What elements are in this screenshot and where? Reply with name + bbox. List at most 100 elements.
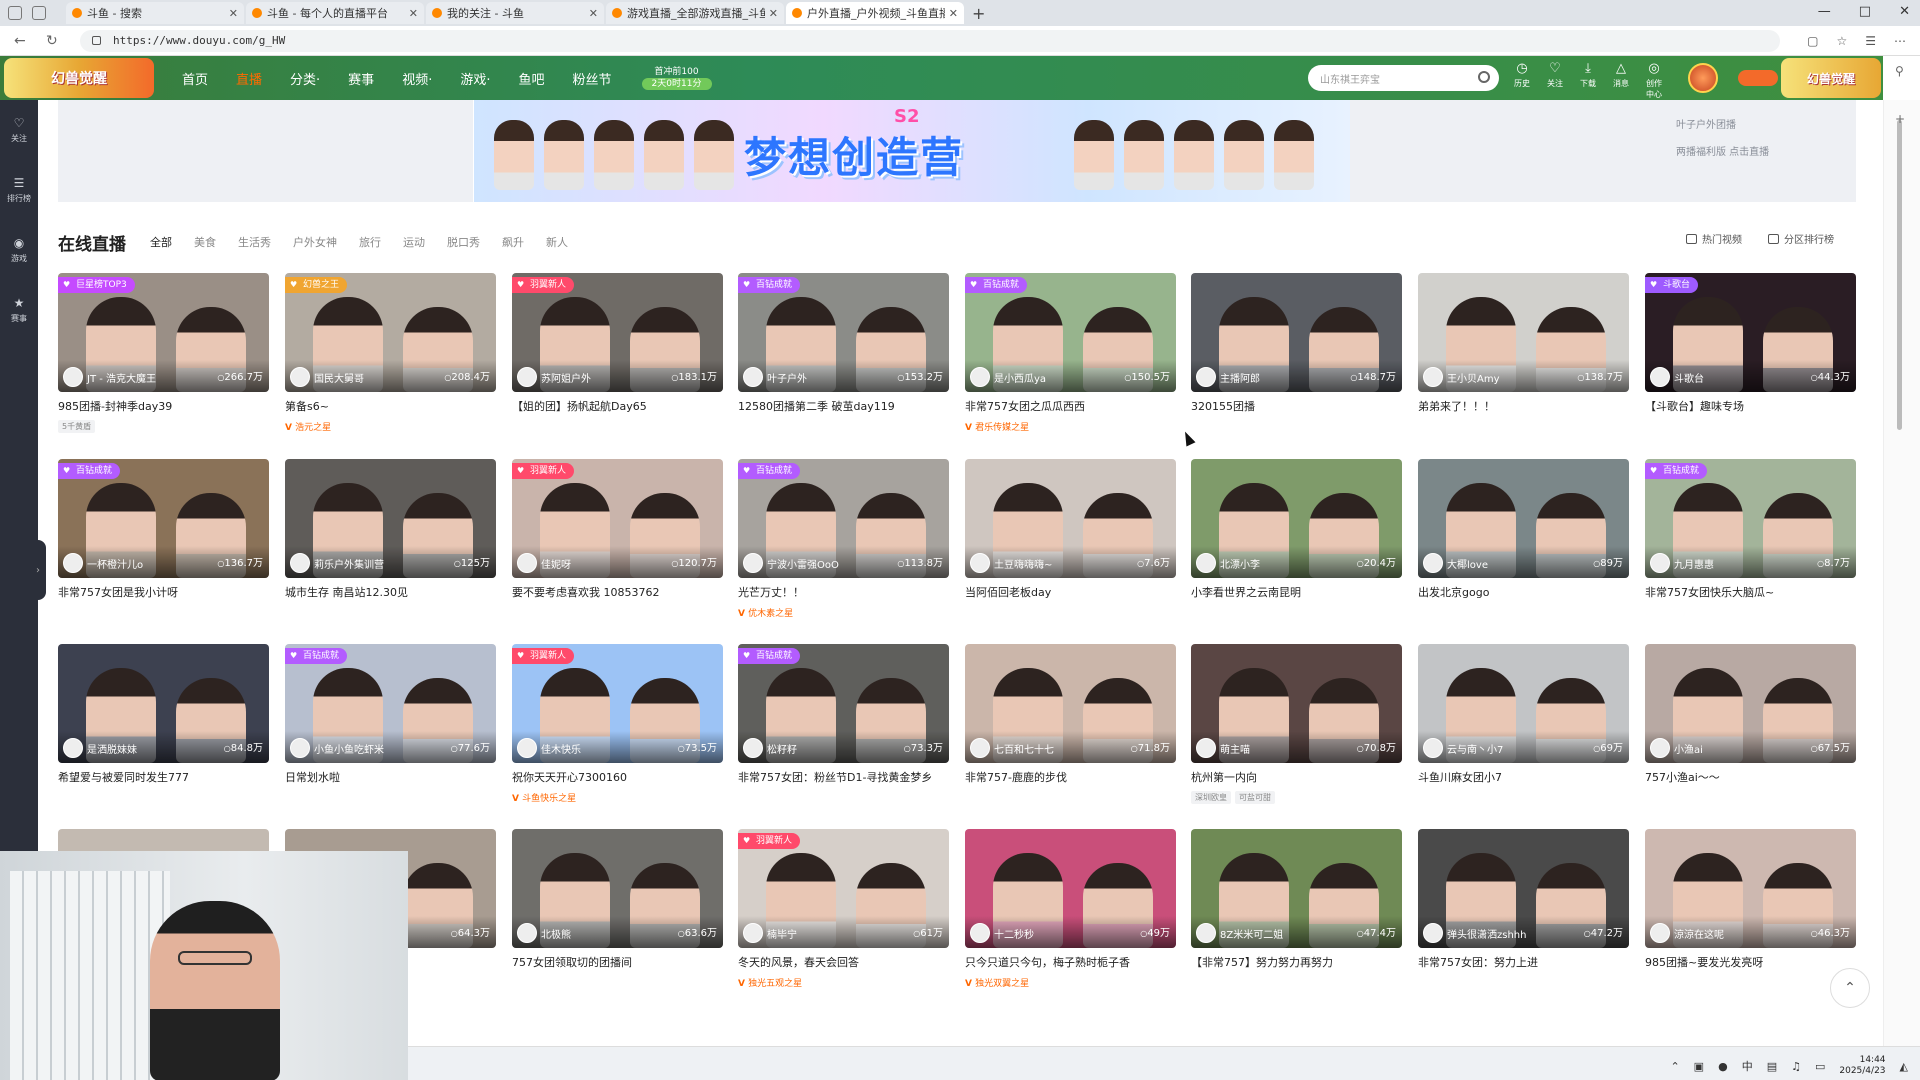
card-title[interactable]: 日常划水啦	[285, 769, 496, 785]
card-anchor[interactable]: 王小贝Amy	[1423, 367, 1500, 387]
site-logo[interactable]: 幻兽觉醒	[4, 58, 154, 98]
reload-icon[interactable]: ↻	[46, 33, 64, 49]
card-anchor[interactable]: 主播阿郎	[1196, 367, 1260, 387]
card-title[interactable]: 冬天的风景，春天会回答	[738, 954, 949, 970]
header-download-button[interactable]: ⤓ 下载	[1578, 60, 1598, 100]
card-title[interactable]: 第备s6~	[285, 398, 496, 414]
card-anchor[interactable]: 大椰love	[1423, 553, 1488, 573]
card-thumbnail[interactable]: 百钻成就是小西瓜ya 150.5万	[965, 273, 1176, 392]
card-title[interactable]: 非常757女团：努力上进	[1418, 954, 1629, 970]
filter-tab[interactable]: 旅行	[359, 234, 381, 250]
card-thumbnail[interactable]: 百钻成就松籽籽 73.3万	[738, 644, 949, 763]
card-thumbnail[interactable]: 百钻成就宁波小雷强OoO 113.8万	[738, 459, 949, 578]
live-room-card[interactable]: 羽翼新人苏阿姐户外 183.1万【姐的团】扬帆起航Day65	[512, 273, 723, 414]
new-tab-button[interactable]: +	[972, 4, 985, 23]
card-title[interactable]: 弟弟来了！！！	[1418, 398, 1629, 414]
filter-tab[interactable]: 运动	[403, 234, 425, 250]
card-title[interactable]: 非常757女团：粉丝节D1-寻找黄金梦乡	[738, 769, 949, 785]
card-title[interactable]: 【姐的团】扬帆起航Day65	[512, 398, 723, 414]
header-creator-button[interactable]: ◎ 创作中心	[1644, 60, 1664, 100]
sidebar-add-icon[interactable]: +	[1895, 112, 1905, 126]
card-title[interactable]: 非常757女团是我小计呀	[58, 584, 269, 600]
filter-tab[interactable]: 美食	[194, 234, 216, 250]
extensions-icon[interactable]: ▢	[1807, 34, 1818, 48]
card-thumbnail[interactable]: 七百和七十七 71.8万	[965, 644, 1176, 763]
volume-icon[interactable]: ♫	[1791, 1060, 1801, 1073]
tab-actions-icon[interactable]	[32, 6, 46, 20]
card-anchor[interactable]: 国民大舅哥	[290, 367, 364, 387]
card-thumbnail[interactable]: 北漂小李 20.4万	[1191, 459, 1402, 578]
card-title[interactable]: 985团播~要发光发亮呀	[1645, 954, 1856, 970]
sidebar-search-icon[interactable]: ⚲	[1895, 64, 1905, 78]
nav-item[interactable]: 首页	[168, 69, 222, 88]
nav-item[interactable]: 游戏·	[446, 69, 504, 88]
card-title[interactable]: 非常757女团快乐大脑瓜~	[1645, 584, 1856, 600]
live-room-card[interactable]: 百钻成就宁波小雷强OoO 113.8万光芒万丈！！ 优木素之星	[738, 459, 949, 619]
card-anchor[interactable]: 佳妮呀	[517, 553, 571, 573]
back-icon[interactable]: ←	[14, 33, 32, 49]
notification-icon[interactable]: ◭	[1900, 1060, 1908, 1073]
live-room-card[interactable]: 羽翼新人楠毕宁 61万冬天的风景，春天会回答独光五观之星	[738, 829, 949, 989]
live-room-card[interactable]: 巨星榜TOP3 JT - 浩克大魔王 266.7万 985团播-封神季day39 5千黄…	[58, 273, 269, 433]
card-anchor[interactable]: 松籽籽	[743, 738, 797, 758]
card-thumbnail[interactable]: 大椰love 89万	[1418, 459, 1629, 578]
hot-video-button[interactable]: 热门视频	[1686, 231, 1742, 246]
live-room-card[interactable]: 幻兽之王国民大舅哥 208.4万第备s6~ 浩元之星	[285, 273, 496, 433]
card-title[interactable]: 【斗歌台】趣味专场	[1645, 398, 1856, 414]
card-thumbnail[interactable]: 8Z米米可二姐 47.4万	[1191, 829, 1402, 948]
live-room-card[interactable]: 七百和七十七 71.8万非常757-鹿鹿的步伐	[965, 644, 1176, 785]
card-title[interactable]: 希望爱与被爱同时发生777	[58, 769, 269, 785]
card-anchor[interactable]: 小渔ai	[1650, 738, 1703, 758]
card-thumbnail[interactable]: 巨星榜TOP3 JT - 浩克大魔王 266.7万	[58, 273, 269, 392]
live-room-card[interactable]: 百钻成就是小西瓜ya 150.5万非常757女团之瓜瓜西西君乐传媒之星	[965, 273, 1176, 433]
card-title[interactable]: 斗鱼川麻女团小7	[1418, 769, 1629, 785]
live-room-card[interactable]: 是洒脱妹妹 84.8万希望爱与被爱同时发生777	[58, 644, 269, 785]
card-title[interactable]: 小李看世界之云南昆明	[1191, 584, 1402, 600]
live-room-card[interactable]: 百钻成就九月惠惠 8.7万非常757女团快乐大脑瓜~	[1645, 459, 1856, 600]
card-title[interactable]: 12580团播第二季 破茧day119	[738, 398, 949, 414]
filter-tab[interactable]: 脱口秀	[447, 234, 480, 250]
card-anchor[interactable]: JT - 浩克大魔王	[63, 367, 156, 387]
card-title[interactable]: 【非常757】努力努力再努力	[1191, 954, 1402, 970]
tray-app-icon[interactable]: ▣	[1694, 1060, 1704, 1073]
network-icon[interactable]: ▤	[1767, 1060, 1777, 1073]
user-avatar[interactable]	[1688, 63, 1718, 93]
card-title[interactable]: 非常757女团之瓜瓜西西	[965, 398, 1176, 414]
card-anchor[interactable]: 七百和七十七	[970, 738, 1054, 758]
url-field[interactable]: https://www.douyu.com/g_HW	[80, 29, 1780, 52]
card-thumbnail[interactable]: 涼涼在这呢 46.3万	[1645, 829, 1856, 948]
profile-icon[interactable]	[8, 6, 22, 20]
collections-icon[interactable]: ☰	[1865, 34, 1876, 48]
header-right-logo[interactable]: 幻兽觉醒	[1781, 58, 1881, 98]
rail-item-game[interactable]: ◉ 游戏	[0, 220, 38, 280]
nav-item[interactable]: 粉丝节	[558, 69, 625, 88]
card-anchor[interactable]: 是小西瓜ya	[970, 367, 1046, 387]
card-thumbnail[interactable]: 土豆嗨嗨嗨~ 7.6万	[965, 459, 1176, 578]
card-title[interactable]: 要不要考虑喜欢我 10853762	[512, 584, 723, 600]
card-thumbnail[interactable]: 羽翼新人佳妮呀 120.7万	[512, 459, 723, 578]
search-icon[interactable]	[1478, 71, 1490, 83]
live-room-card[interactable]: 北极熊 63.6万 757女团领取切的团播间	[512, 829, 723, 970]
card-thumbnail[interactable]: 是洒脱妹妹 84.8万	[58, 644, 269, 763]
card-thumbnail[interactable]: 斗歌台斗歌台44.3万	[1645, 273, 1856, 392]
live-room-card[interactable]: 百钻成就叶子户外 153.2万 12580团播第二季 破茧day119	[738, 273, 949, 414]
card-anchor[interactable]: 斗歌台	[1650, 367, 1704, 387]
card-thumbnail[interactable]: 羽翼新人佳木快乐 73.5万	[512, 644, 723, 763]
rail-expand-handle[interactable]: ›	[30, 540, 46, 600]
browser-tab[interactable]: 斗鱼 - 每个人的直播平台 ✕	[246, 2, 424, 24]
card-thumbnail[interactable]: 王小贝Amy 138.7万	[1418, 273, 1629, 392]
card-anchor[interactable]: 小鱼小鱼吃虾米	[290, 738, 384, 758]
card-title[interactable]: 985团播-封神季day39	[58, 398, 269, 414]
live-room-card[interactable]: 8Z米米可二姐 47.4万【非常757】努力努力再努力	[1191, 829, 1402, 970]
scrollbar-thumb[interactable]	[1897, 120, 1902, 430]
battery-icon[interactable]: ▭	[1815, 1060, 1825, 1073]
nav-item[interactable]: 视频·	[388, 69, 446, 88]
live-room-card[interactable]: 王小贝Amy 138.7万弟弟来了！！！	[1418, 273, 1629, 414]
nav-item[interactable]: 鱼吧	[504, 69, 558, 88]
card-thumbnail[interactable]: 百钻成就一杯橙汁儿o 136.7万	[58, 459, 269, 578]
card-anchor[interactable]: 北极熊	[517, 923, 571, 943]
filter-tab[interactable]: 新人	[546, 234, 568, 250]
card-thumbnail[interactable]: 主播阿郎 148.7万	[1191, 273, 1402, 392]
card-thumbnail[interactable]: 百钻成就小鱼小鱼吃虾米 77.6万	[285, 644, 496, 763]
live-room-card[interactable]: 北漂小李 20.4万小李看世界之云南昆明	[1191, 459, 1402, 600]
